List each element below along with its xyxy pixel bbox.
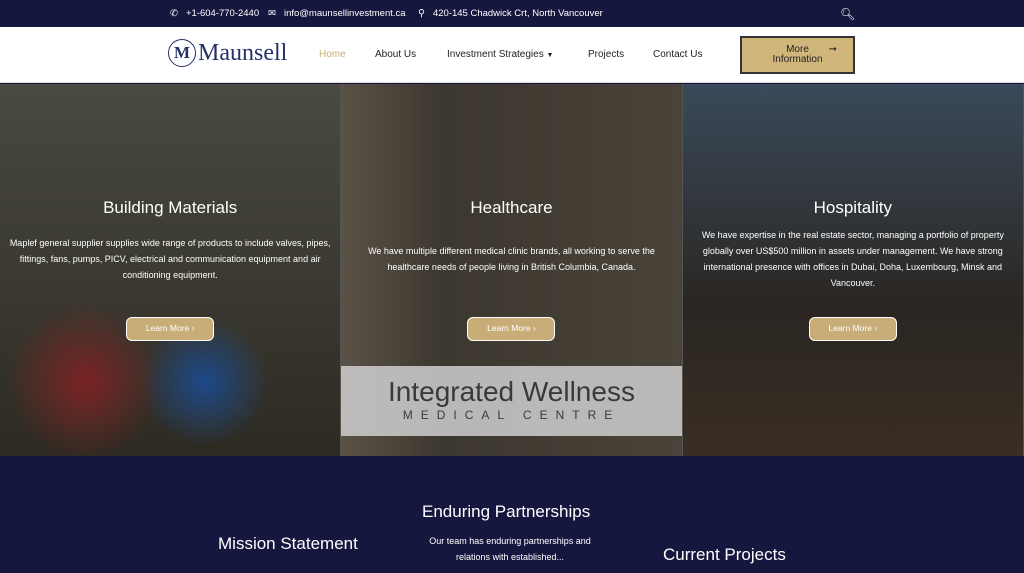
more-information-button[interactable]: More Information ➞	[740, 36, 855, 74]
phone-contact[interactable]: ✆ +1-604-770-2440	[170, 8, 259, 19]
search-icon[interactable]: 🔍︎	[840, 7, 855, 21]
clinic-sign-image: Integrated Wellness MEDICAL CENTRE	[341, 366, 682, 436]
nav-home[interactable]: Home	[319, 49, 346, 60]
arrow-right-icon: ➞	[828, 44, 837, 55]
partnerships-heading: Enduring Partnerships	[422, 502, 591, 521]
phone-icon: ✆	[170, 8, 178, 19]
logo[interactable]: M Maunsell	[168, 39, 287, 67]
nav-projects[interactable]: Projects	[588, 49, 624, 60]
learn-more-button[interactable]: Learn More ›	[467, 317, 556, 341]
email-contact[interactable]: ✉ info@maunsellinvestment.ca	[268, 8, 406, 19]
panel-hospitality: Hospitality We have expertise in the rea…	[682, 84, 1024, 456]
projects-heading: Current Projects	[663, 545, 786, 564]
mission-heading: Mission Statement	[218, 534, 358, 553]
info-section: Mission Statement Enduring Partnerships …	[0, 456, 1024, 573]
envelope-icon: ✉	[268, 8, 276, 19]
learn-more-button[interactable]: Learn More ›	[808, 317, 897, 341]
panel-healthcare: Integrated Wellness MEDICAL CENTRE Health…	[341, 84, 683, 456]
sector-panels: Building Materials Maplef general suppli…	[0, 84, 1024, 456]
nav-investment-strategies[interactable]: Investment Strategies ▼	[447, 49, 553, 60]
learn-more-button[interactable]: Learn More ›	[126, 317, 215, 341]
caret-down-icon: ▼	[546, 52, 554, 59]
main-nav: M Maunsell Home About Us Investment Strat…	[0, 27, 1024, 83]
top-bar: ✆ +1-604-770-2440 ✉ info@maunsellinvestmen…	[0, 0, 1024, 27]
nav-about-us[interactable]: About Us	[375, 49, 416, 60]
address: ⚲ 420-145 Chadwick Crt, North Vancouver	[418, 8, 603, 19]
nav-contact-us[interactable]: Contact Us	[653, 49, 702, 60]
location-pin-icon: ⚲	[418, 8, 425, 19]
panel-building-materials: Building Materials Maplef general suppli…	[0, 84, 342, 456]
